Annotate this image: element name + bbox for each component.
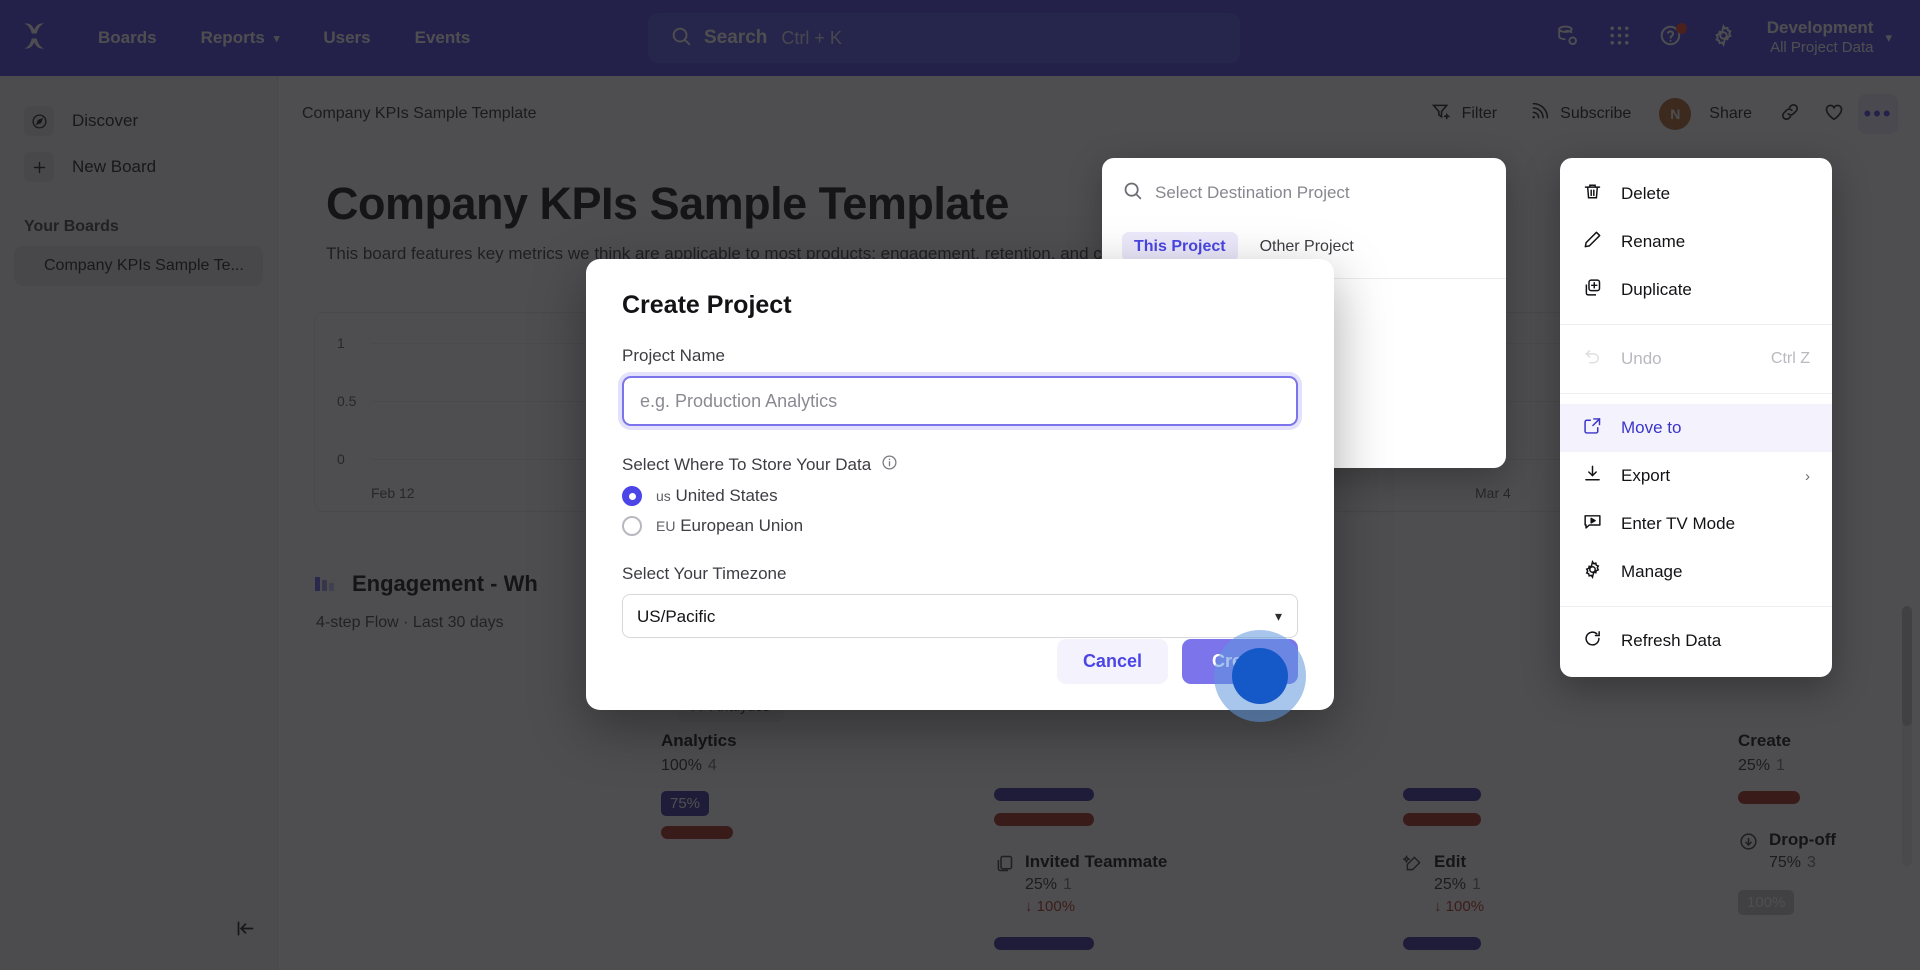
destination-tab-other-project[interactable]: Other Project xyxy=(1248,232,1366,262)
context-menu-item-move-to-label: Move to xyxy=(1621,418,1681,438)
context-menu-item-duplicate[interactable]: Duplicate xyxy=(1560,266,1832,314)
storage-option-eu-text: European Union xyxy=(680,516,803,535)
context-menu-item-undo-shortcut: Ctrl Z xyxy=(1771,350,1810,368)
storage-option-us-label: us United States xyxy=(656,486,778,506)
project-name-label: Project Name xyxy=(622,346,1298,366)
context-menu-item-undo: Undo Ctrl Z xyxy=(1560,335,1832,383)
board-context-menu: Delete Rename Duplicate Undo Ctrl Z xyxy=(1560,158,1832,677)
divider xyxy=(1560,606,1832,607)
timezone-label-text: Select Your Timezone xyxy=(622,564,786,584)
context-menu-item-delete[interactable]: Delete xyxy=(1560,170,1832,218)
context-menu-item-manage-label: Manage xyxy=(1621,562,1682,582)
storage-option-eu[interactable]: EU European Union xyxy=(622,516,1298,536)
context-menu-item-move-to[interactable]: Move to xyxy=(1560,404,1832,452)
storage-region-label-text: Select Where To Store Your Data xyxy=(622,455,871,475)
cancel-button[interactable]: Cancel xyxy=(1057,639,1168,684)
divider xyxy=(1560,393,1832,394)
gear-icon xyxy=(1582,559,1603,585)
timezone-select[interactable]: US/PacificUS/MountainUS/CentralUS/Easter… xyxy=(622,594,1298,638)
context-menu-item-enter-tv-mode[interactable]: Enter TV Mode xyxy=(1560,500,1832,548)
modal-footer: Cancel Create xyxy=(586,639,1334,710)
radio-eu[interactable] xyxy=(622,516,642,536)
context-menu-item-rename[interactable]: Rename xyxy=(1560,218,1832,266)
context-menu-item-refresh-data-label: Refresh Data xyxy=(1621,631,1721,651)
trash-icon xyxy=(1582,181,1603,207)
context-menu-item-export-label: Export xyxy=(1621,466,1670,486)
modal-title: Create Project xyxy=(586,259,1334,320)
destination-tab-this-project[interactable]: This Project xyxy=(1122,232,1238,262)
pencil-icon xyxy=(1582,229,1603,255)
storage-region-label: Select Where To Store Your Data xyxy=(622,454,1298,476)
move-to-icon xyxy=(1582,415,1603,441)
download-icon xyxy=(1582,463,1603,489)
chevron-right-icon: › xyxy=(1805,468,1810,485)
context-menu-item-rename-label: Rename xyxy=(1621,232,1685,252)
destination-search-placeholder: Select Destination Project xyxy=(1155,183,1350,203)
storage-option-us[interactable]: us United States xyxy=(622,486,1298,506)
context-menu-item-undo-label: Undo xyxy=(1621,349,1662,369)
timezone-label: Select Your Timezone xyxy=(622,564,1298,584)
storage-option-us-text: United States xyxy=(676,486,778,505)
storage-option-eu-code: EU xyxy=(656,518,675,534)
context-menu-item-duplicate-label: Duplicate xyxy=(1621,280,1692,300)
project-name-label-text: Project Name xyxy=(622,346,725,366)
storage-option-eu-label: EU European Union xyxy=(656,516,803,536)
duplicate-icon xyxy=(1582,277,1603,303)
radio-us[interactable] xyxy=(622,486,642,506)
context-menu-item-enter-tv-mode-label: Enter TV Mode xyxy=(1621,514,1735,534)
info-icon[interactable] xyxy=(881,454,898,476)
storage-option-us-code: us xyxy=(656,488,671,504)
undo-icon xyxy=(1582,346,1603,372)
context-menu-item-manage[interactable]: Manage xyxy=(1560,548,1832,596)
create-button[interactable]: Create xyxy=(1182,639,1298,684)
create-project-modal: Create Project Project Name Select Where… xyxy=(586,259,1334,710)
context-menu-item-delete-label: Delete xyxy=(1621,184,1670,204)
modal-body: Project Name Select Where To Store Your … xyxy=(586,320,1334,639)
search-icon xyxy=(1122,180,1143,206)
project-name-input[interactable] xyxy=(622,376,1298,426)
tv-icon xyxy=(1582,511,1603,537)
destination-search-row[interactable]: Select Destination Project xyxy=(1102,158,1506,228)
context-menu-item-refresh-data[interactable]: Refresh Data xyxy=(1560,617,1832,665)
context-menu-item-export[interactable]: Export › xyxy=(1560,452,1832,500)
refresh-icon xyxy=(1582,628,1603,654)
divider xyxy=(1560,324,1832,325)
